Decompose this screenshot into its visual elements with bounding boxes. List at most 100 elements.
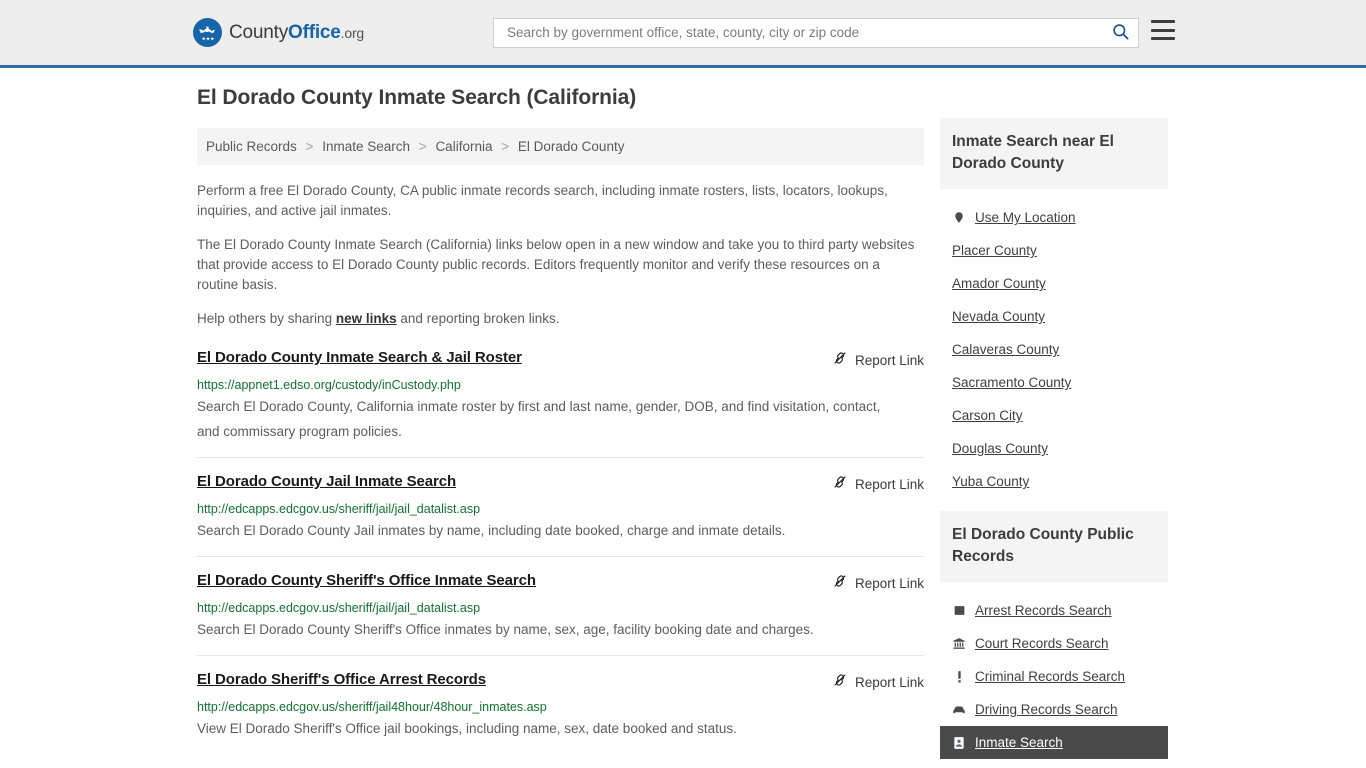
search-icon [1111,22,1130,44]
sidebar-item-driving-records-search[interactable]: Driving Records Search [940,693,1168,726]
list-item: Nevada County [940,300,1168,333]
hamburger-menu-icon[interactable] [1151,20,1175,40]
report-link-button[interactable]: Report Link [832,350,924,371]
sidebar-item-carson-city[interactable]: Carson City [940,399,1168,432]
search-button[interactable] [1109,22,1132,44]
report-link-label: Report Link [854,353,924,368]
list-item: Use My Location [940,201,1168,234]
sidebar-item-criminal-records-search[interactable]: Criminal Records Search [940,660,1168,693]
result-description: View El Dorado Sheriff's Office jail boo… [197,721,737,736]
broken-link-icon [832,474,848,495]
list-item: Placer County [940,234,1168,267]
sidebar-item-label: Amador County [952,276,1046,291]
list-item: Amador County [940,267,1168,300]
breadcrumb-item-inmate-search[interactable]: Inmate Search [322,139,410,154]
result-item: El Dorado County Jail Inmate Search Repo… [197,471,924,557]
intro-p3-before: Help others by sharing [197,311,336,326]
result-url: http://edcapps.edcgov.us/sheriff/jail/ja… [197,502,481,516]
sidebar-item-label: Douglas County [952,441,1049,456]
breadcrumb-item-california[interactable]: California [435,139,492,154]
result-url: http://edcapps.edcgov.us/sheriff/jail48h… [197,700,547,714]
broken-link-icon [832,672,848,693]
search-input[interactable] [505,24,1109,41]
menu-bar-1 [1151,20,1175,23]
sidebar-item-yuba-county[interactable]: Yuba County [940,465,1168,498]
courthouse-icon [952,637,966,651]
sidebar-item-label: Use My Location [975,210,1076,225]
result-url: http://edcapps.edcgov.us/sheriff/jail/ja… [197,601,481,615]
sidebar-item-use-my-location[interactable]: Use My Location [940,201,1168,234]
car-icon [952,703,966,717]
site-search [493,17,1139,48]
sidebar-nearby-list: Use My Location Placer County Amador Cou… [940,201,1168,498]
sidebar-item-court-records-search[interactable]: Court Records Search [940,627,1168,660]
sidebar-item-calaveras-county[interactable]: Calaveras County [940,333,1168,366]
sidebar-item-label: Sacramento County [952,375,1072,390]
sidebar-item-douglas-county[interactable]: Douglas County [940,432,1168,465]
sidebar-item-label: Court Records Search [975,636,1109,651]
sidebar-item-arrest-records-search[interactable]: Arrest Records Search [940,594,1168,627]
breadcrumb: Public Records > Inmate Search > Califor… [197,128,924,165]
sidebar-item-label: Arrest Records Search [975,603,1112,618]
breadcrumb-item-el-dorado-county[interactable]: El Dorado County [518,139,625,154]
site-header: CountyOffice.org [0,0,1366,68]
map-pin-icon [952,211,966,225]
result-header: El Dorado Sheriff's Office Arrest Record… [197,671,924,693]
sidebar-item-inmate-search[interactable]: Inmate Search [940,726,1168,759]
list-item: Yuba County [940,465,1168,498]
eagle-shield-icon [193,18,222,47]
list-item: Criminal Records Search [940,660,1168,693]
logo-text-county: County [229,21,289,43]
sidebar-item-label: Calaveras County [952,342,1060,357]
sidebar-nearby-title: Inmate Search near El Dorado County [940,118,1168,189]
list-item: Sacramento County [940,366,1168,399]
result-title-link[interactable]: El Dorado County Sheriff's Office Inmate… [197,572,536,590]
sidebar-item-label: Inmate Search [975,735,1063,750]
breadcrumb-separator: > [305,139,314,154]
report-link-label: Report Link [854,576,924,591]
sidebar-public-records-section: El Dorado County Public Records Arrest R… [940,511,1168,759]
result-header: El Dorado County Sheriff's Office Inmate… [197,572,924,594]
sidebar-item-label: Driving Records Search [975,702,1118,717]
breadcrumb-separator: > [418,139,427,154]
breadcrumb-item-public-records[interactable]: Public Records [206,139,297,154]
new-links-link[interactable]: new links [336,311,397,326]
id-card-icon [952,736,966,750]
logo-wordmark: CountyOffice.org [229,22,364,44]
result-header: El Dorado County Jail Inmate Search Repo… [197,473,924,495]
list-item: Court Records Search [940,627,1168,660]
report-link-label: Report Link [854,675,924,690]
result-title-link[interactable]: El Dorado County Jail Inmate Search [197,473,456,491]
report-link-button[interactable]: Report Link [832,672,924,693]
sidebar-item-amador-county[interactable]: Amador County [940,267,1168,300]
sidebar-item-label: Carson City [952,408,1023,423]
list-item: Arrest Records Search [940,594,1168,627]
page-title: El Dorado County Inmate Search (Californ… [197,86,637,109]
result-header: El Dorado County Inmate Search & Jail Ro… [197,349,924,371]
sidebar-item-placer-county[interactable]: Placer County [940,234,1168,267]
result-description: Search El Dorado County, California inma… [197,399,881,439]
list-item: Calaveras County [940,333,1168,366]
search-box[interactable] [493,17,1139,48]
menu-bar-3 [1151,37,1175,40]
list-item: Driving Records Search [940,693,1168,726]
sidebar-item-sacramento-county[interactable]: Sacramento County [940,366,1168,399]
result-title-link[interactable]: El Dorado County Inmate Search & Jail Ro… [197,349,522,367]
fingerprint-icon [952,604,966,618]
sidebar: Inmate Search near El Dorado County Use … [940,118,1168,759]
broken-link-icon [832,350,848,371]
list-item: Carson City [940,399,1168,432]
result-description: Search El Dorado County Sheriff's Office… [197,622,814,637]
result-item: El Dorado County Inmate Search & Jail Ro… [197,347,924,458]
report-link-button[interactable]: Report Link [832,573,924,594]
exclamation-icon [952,670,966,684]
site-logo[interactable]: CountyOffice.org [193,18,364,47]
sidebar-item-label: Yuba County [952,474,1030,489]
logo-text-office: Office [288,21,341,43]
sidebar-item-nevada-county[interactable]: Nevada County [940,300,1168,333]
result-title-link[interactable]: El Dorado Sheriff's Office Arrest Record… [197,671,486,689]
report-link-button[interactable]: Report Link [832,474,924,495]
list-item: Inmate Search [940,726,1168,759]
result-url: https://appnet1.edso.org/custody/inCusto… [197,378,461,392]
intro-paragraph-1: Perform a free El Dorado County, CA publ… [197,183,888,218]
